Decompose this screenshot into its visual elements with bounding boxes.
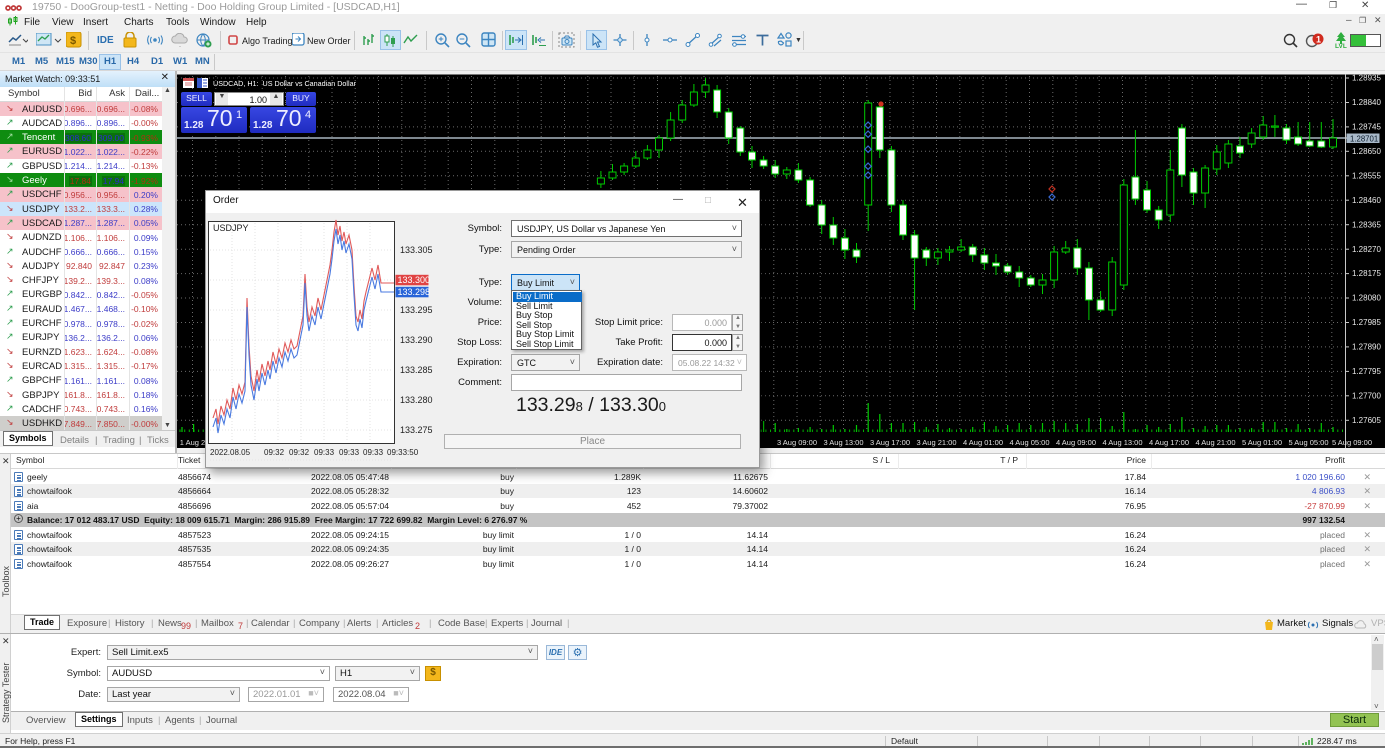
svg-text:2022.08.05: 2022.08.05 xyxy=(210,448,251,457)
svg-text:1.27795: 1.27795 xyxy=(1352,367,1381,376)
svg-text:1.27605: 1.27605 xyxy=(1352,416,1381,425)
svg-text:09:33: 09:33 xyxy=(339,448,360,457)
svg-text:5 Aug 09:00: 5 Aug 09:00 xyxy=(1332,438,1372,447)
svg-text:4 Aug 05:00: 4 Aug 05:00 xyxy=(1009,438,1049,447)
svg-text:1: 1 xyxy=(1316,35,1321,45)
svg-text:1.28701: 1.28701 xyxy=(1350,134,1378,143)
svg-text:5 Aug 05:00: 5 Aug 05:00 xyxy=(1288,438,1328,447)
svg-text:4 Aug 01:00: 4 Aug 01:00 xyxy=(963,438,1003,447)
svg-text:09:32: 09:32 xyxy=(264,448,285,457)
svg-text:1.27700: 1.27700 xyxy=(1352,391,1381,400)
svg-text:4 Aug 21:00: 4 Aug 21:00 xyxy=(1195,438,1235,447)
svg-text:USDJPY: USDJPY xyxy=(213,223,249,233)
svg-text:3 Aug 09:00: 3 Aug 09:00 xyxy=(777,438,817,447)
svg-text:$: $ xyxy=(70,35,76,47)
svg-text:1.28935: 1.28935 xyxy=(1352,74,1381,83)
svg-text:1.27985: 1.27985 xyxy=(1352,318,1381,327)
svg-text:1.28555: 1.28555 xyxy=(1352,171,1381,180)
svg-text:1.28080: 1.28080 xyxy=(1352,294,1381,303)
svg-text:4 Aug 09:00: 4 Aug 09:00 xyxy=(1056,438,1096,447)
svg-text:LVL: LVL xyxy=(1335,43,1347,49)
svg-text:5 Aug 01:00: 5 Aug 01:00 xyxy=(1242,438,1282,447)
svg-text:133.275: 133.275 xyxy=(400,425,433,435)
svg-text:4 Aug 13:00: 4 Aug 13:00 xyxy=(1102,438,1142,447)
svg-text:1.28270: 1.28270 xyxy=(1352,245,1381,254)
svg-text:133.280: 133.280 xyxy=(400,395,433,405)
svg-text:1.28650: 1.28650 xyxy=(1352,147,1381,156)
svg-text:1.28460: 1.28460 xyxy=(1352,196,1381,205)
svg-text:09:32: 09:32 xyxy=(289,448,310,457)
svg-text:09:33: 09:33 xyxy=(363,448,384,457)
svg-text:4 Aug 17:00: 4 Aug 17:00 xyxy=(1149,438,1189,447)
svg-text:09:33: 09:33 xyxy=(314,448,335,457)
svg-text:1.28745: 1.28745 xyxy=(1352,123,1381,132)
svg-text:1.27890: 1.27890 xyxy=(1352,343,1381,352)
svg-text:09:33:50: 09:33:50 xyxy=(387,448,419,457)
svg-text:3 Aug 17:00: 3 Aug 17:00 xyxy=(870,438,910,447)
svg-text:1 Aug 2: 1 Aug 2 xyxy=(180,438,205,447)
svg-text:1.28365: 1.28365 xyxy=(1352,220,1381,229)
svg-text:3 Aug 21:00: 3 Aug 21:00 xyxy=(916,438,956,447)
svg-text:133.298: 133.298 xyxy=(398,287,431,297)
svg-text:3 Aug 13:00: 3 Aug 13:00 xyxy=(823,438,863,447)
svg-text:1.28840: 1.28840 xyxy=(1352,98,1381,107)
svg-text:1.28175: 1.28175 xyxy=(1352,269,1381,278)
